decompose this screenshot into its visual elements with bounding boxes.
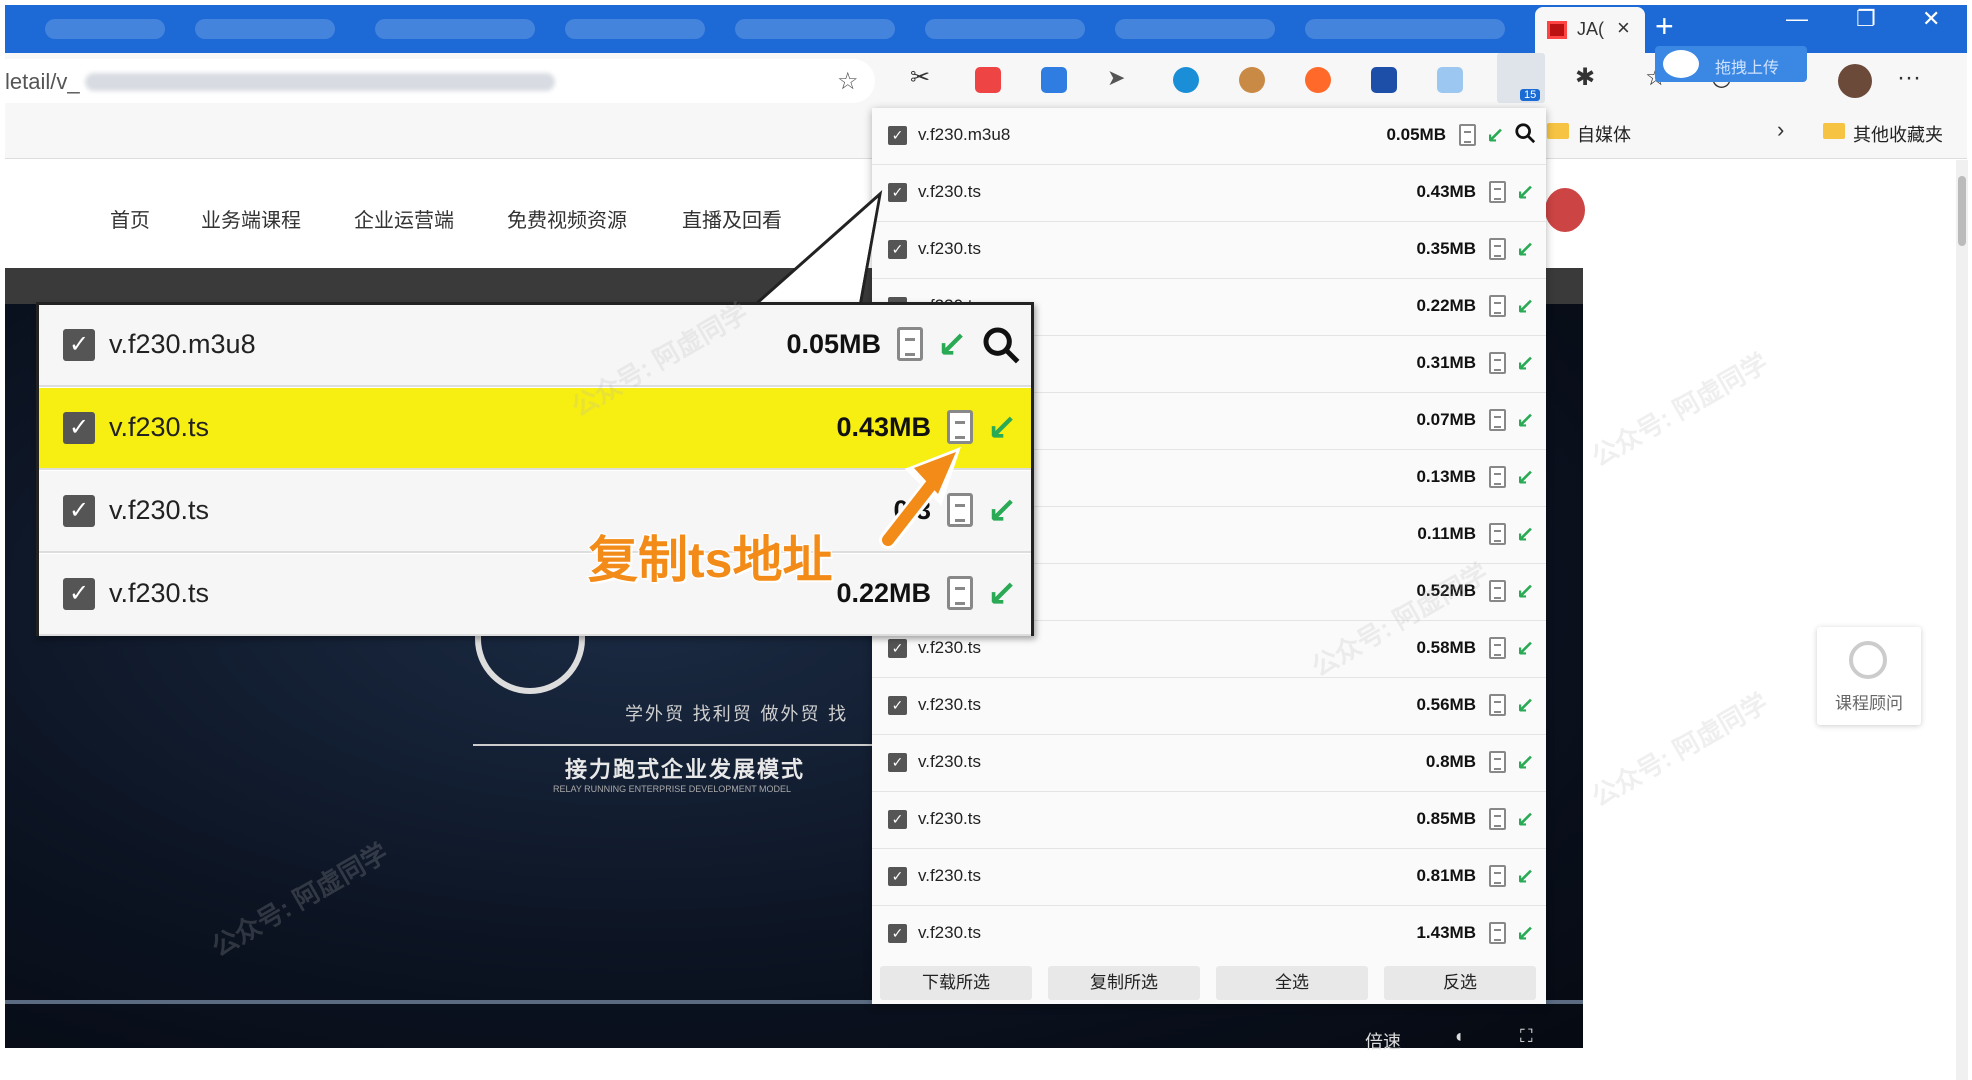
annotation-arrow [879, 446, 961, 549]
copy-ts-annotation: 复制ts地址 [587, 531, 833, 589]
